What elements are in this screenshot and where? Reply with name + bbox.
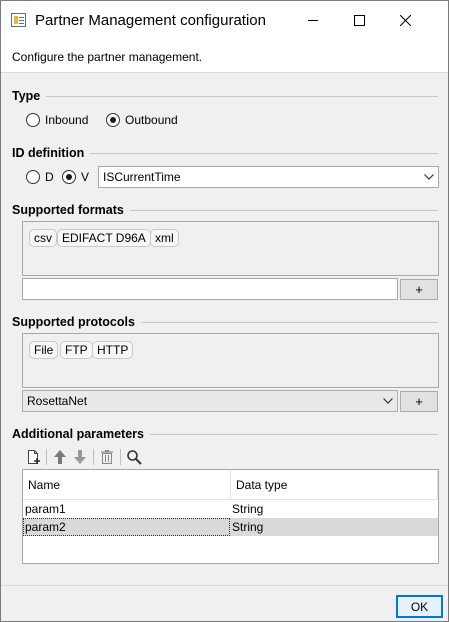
group-divider — [149, 433, 438, 435]
radio-d-circle[interactable] — [26, 170, 40, 184]
radio-outbound-circle[interactable] — [106, 113, 120, 127]
chip-format[interactable]: xml — [150, 229, 179, 247]
minimize-button[interactable] — [290, 1, 336, 39]
chip-protocol[interactable]: File — [29, 341, 59, 359]
app-icon — [11, 13, 26, 27]
new-param-icon[interactable] — [23, 447, 43, 467]
radio-outbound[interactable]: Outbound — [106, 113, 178, 127]
format-input[interactable] — [22, 278, 398, 300]
cell-name[interactable]: param2 — [23, 518, 230, 536]
radio-v-label: V — [81, 170, 90, 184]
id-group-header: ID definition — [12, 146, 438, 160]
column-divider[interactable] — [437, 470, 438, 500]
chip-format[interactable]: csv — [29, 229, 57, 247]
protocols-chip-list[interactable]: File FTP HTTP — [22, 333, 439, 388]
id-value-select[interactable]: ISCurrentTime — [98, 166, 439, 188]
radio-v[interactable]: V — [62, 170, 89, 184]
add-format-button[interactable]: + — [400, 279, 438, 300]
dialog-description: Configure the partner management. — [12, 50, 203, 64]
move-up-icon[interactable] — [50, 447, 70, 467]
chevron-down-icon[interactable] — [420, 167, 438, 187]
description-panel: Configure the partner management. — [1, 39, 448, 73]
table-row[interactable]: param2 String — [23, 518, 438, 536]
close-button[interactable] — [382, 1, 428, 39]
toolbar-separator — [93, 449, 94, 465]
title-bar[interactable]: Partner Management configuration — [1, 1, 448, 39]
radio-d[interactable]: D — [26, 170, 54, 184]
radio-inbound-label: Inbound — [45, 113, 89, 127]
ok-button[interactable]: OK — [396, 595, 443, 618]
cell-name[interactable]: param1 — [23, 500, 230, 518]
table-row[interactable]: param1 String — [23, 500, 438, 518]
protocol-select[interactable]: RosettaNet — [22, 390, 398, 412]
group-divider — [129, 209, 438, 211]
params-toolbar — [23, 447, 144, 467]
column-header-name[interactable]: Name — [23, 470, 230, 500]
chip-protocol[interactable]: FTP — [60, 341, 93, 359]
close-icon — [399, 14, 411, 26]
window-title: Partner Management configuration — [35, 12, 266, 29]
formats-chip-list[interactable]: csv EDIFACT D96A xml — [22, 221, 439, 276]
table-header: Name Data type — [23, 470, 438, 500]
formats-group-header: Supported formats — [12, 203, 438, 217]
search-icon[interactable] — [124, 447, 144, 467]
column-header-type[interactable]: Data type — [231, 470, 438, 500]
cell-type[interactable]: String — [230, 518, 438, 536]
radio-v-circle[interactable] — [62, 170, 76, 184]
protocols-group-header: Supported protocols — [12, 315, 438, 329]
toolbar-separator — [120, 449, 121, 465]
protocol-select-text: RosettaNet — [27, 394, 88, 408]
maximize-icon — [353, 14, 365, 26]
maximize-button[interactable] — [336, 1, 382, 39]
delete-icon[interactable] — [97, 447, 117, 467]
cell-type[interactable]: String — [230, 500, 438, 518]
params-group-header: Additional parameters — [12, 427, 438, 441]
radio-inbound-circle[interactable] — [26, 113, 40, 127]
chevron-down-icon[interactable] — [379, 391, 397, 411]
id-group-label: ID definition — [12, 146, 85, 160]
minimize-icon — [308, 20, 318, 21]
formats-group-label: Supported formats — [12, 203, 124, 217]
move-down-icon[interactable] — [70, 447, 90, 467]
params-table[interactable]: Name Data type param1 String param2 Stri… — [22, 469, 439, 564]
dialog-window: Partner Management configuration Configu… — [0, 0, 449, 622]
id-value-text: ISCurrentTime — [103, 170, 181, 184]
radio-outbound-label: Outbound — [125, 113, 178, 127]
chip-format[interactable]: EDIFACT D96A — [57, 229, 151, 247]
type-group-header: Type — [12, 89, 438, 103]
toolbar-separator — [46, 449, 47, 465]
chip-protocol[interactable]: HTTP — [92, 341, 134, 359]
type-group-label: Type — [12, 89, 41, 103]
group-divider — [90, 152, 438, 154]
add-protocol-button[interactable]: + — [400, 391, 438, 412]
group-divider — [46, 95, 438, 97]
dialog-footer: OK — [1, 585, 448, 621]
protocols-group-label: Supported protocols — [12, 315, 135, 329]
radio-inbound[interactable]: Inbound — [26, 113, 88, 127]
group-divider — [140, 321, 438, 323]
radio-d-label: D — [45, 170, 54, 184]
params-group-label: Additional parameters — [12, 427, 144, 441]
